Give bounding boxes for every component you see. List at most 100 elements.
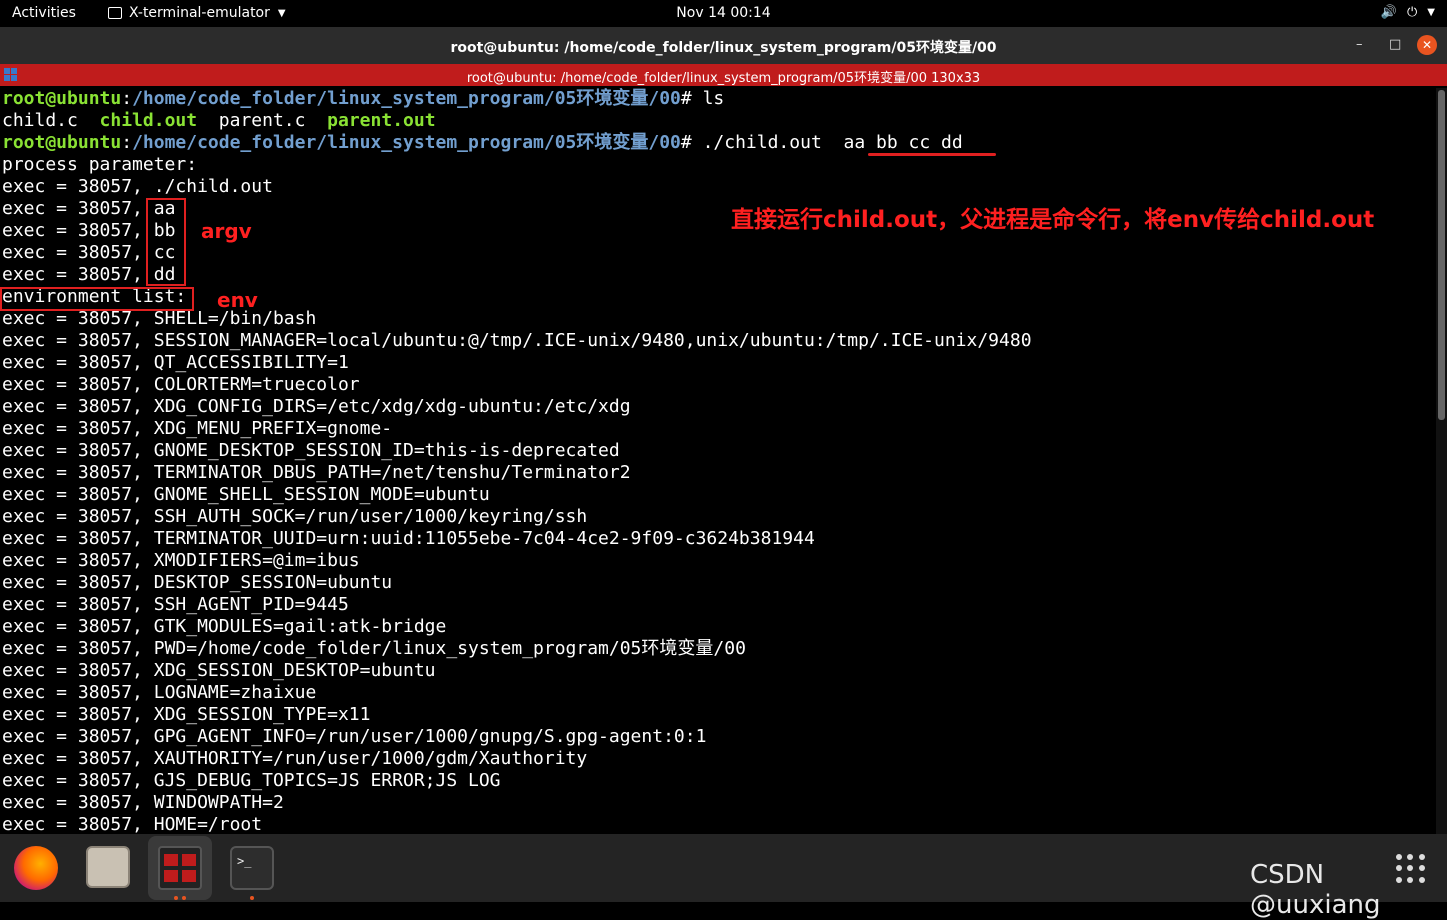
exec-prefix: exec = 38057, <box>2 462 143 483</box>
terminal-output[interactable]: root@ubuntu:/home/code_folder/linux_syst… <box>0 88 1436 834</box>
exec-prefix: exec = 38057, <box>2 704 143 725</box>
env-value: XDG_SESSION_DESKTOP=ubuntu <box>153 660 436 681</box>
env-value: XMODIFIERS=@im=ibus <box>153 550 360 571</box>
argv-line: exec = 38057, ./child.out <box>2 176 273 198</box>
exec-prefix: exec = 38057, <box>2 572 143 593</box>
env-value: GTK_MODULES=gail:atk-bridge <box>153 616 447 637</box>
exec-prefix: exec = 38057, <box>2 506 143 527</box>
env-line: exec = 38057, XDG_MENU_PREFIX=gnome- <box>2 418 392 440</box>
terminator-icon[interactable] <box>158 846 202 890</box>
env-value: XDG_CONFIG_DIRS=/etc/xdg/xdg-ubuntu:/etc… <box>153 396 631 417</box>
power-icon: ⏻ <box>1407 5 1418 20</box>
prompt-user: root@ubuntu <box>2 88 122 109</box>
minimize-button[interactable]: – <box>1356 37 1363 52</box>
exec-prefix: exec = 38057, <box>2 528 143 549</box>
env-value: SSH_AUTH_SOCK=/run/user/1000/keyring/ssh <box>153 506 588 527</box>
env-value: LOGNAME=zhaixue <box>153 682 317 703</box>
exec-prefix: exec = 38057, <box>2 660 143 681</box>
env-value: PWD=/home/code_folder/linux_system_progr… <box>153 638 746 659</box>
watermark: CSDN @uuxiang <box>1250 860 1381 920</box>
window-titlebar[interactable]: root@ubuntu: /home/code_folder/linux_sys… <box>0 27 1447 64</box>
scrollbar-thumb[interactable] <box>1438 90 1445 420</box>
env-value: SESSION_MANAGER=local/ubuntu:@/tmp/.ICE-… <box>153 330 1032 351</box>
volume-icon: 🔊 <box>1380 5 1397 20</box>
exec-prefix: exec = 38057, <box>2 308 143 329</box>
exec-prefix: exec = 38057, <box>2 748 143 769</box>
terminal-titlebar[interactable]: root@ubuntu: /home/code_folder/linux_sys… <box>0 64 1447 86</box>
argv-highlight-box <box>146 198 186 286</box>
args-underline <box>868 153 996 156</box>
env-line: exec = 38057, XDG_CONFIG_DIRS=/etc/xdg/x… <box>2 396 631 418</box>
env-line: exec = 38057, GJS_DEBUG_TOPICS=JS ERROR;… <box>2 770 501 792</box>
env-line: exec = 38057, COLORTERM=truecolor <box>2 374 360 396</box>
command-text: ./child.out <box>702 132 822 153</box>
exec-prefix: exec = 38057, <box>2 616 143 637</box>
running-indicator <box>174 896 178 900</box>
env-value: QT_ACCESSIBILITY=1 <box>153 352 349 373</box>
env-value: GNOME_SHELL_SESSION_MODE=ubuntu <box>153 484 490 505</box>
close-button[interactable]: ✕ <box>1417 35 1437 55</box>
ls-output: child.c child.out parent.c parent.out <box>2 110 436 132</box>
firefox-icon[interactable] <box>14 846 58 890</box>
file-name: child.out <box>99 110 198 131</box>
env-line: exec = 38057, SESSION_MANAGER=local/ubun… <box>2 330 1032 352</box>
env-line: exec = 38057, TERMINATOR_UUID=urn:uuid:1… <box>2 528 815 550</box>
exec-prefix: exec = 38057, <box>2 638 143 659</box>
terminal-icon[interactable]: >_ <box>230 846 274 890</box>
exec-prefix: exec = 38057, <box>2 550 143 571</box>
env-value: GNOME_DESKTOP_SESSION_ID=this-is-depreca… <box>153 440 620 461</box>
exec-prefix: exec = 38057, <box>2 770 143 791</box>
env-value: HOME=/root <box>153 814 263 834</box>
command-text: ls <box>702 88 725 109</box>
env-value: GJS_DEBUG_TOPICS=JS ERROR;JS LOG <box>153 770 501 791</box>
command-args: aa bb cc dd <box>843 132 963 153</box>
prompt-line: root@ubuntu:/home/code_folder/linux_syst… <box>2 88 725 109</box>
env-line: exec = 38057, HOME=/root <box>2 814 262 834</box>
terminal-title: root@ubuntu: /home/code_folder/linux_sys… <box>466 71 981 86</box>
dock: >_ <box>0 834 1447 902</box>
files-icon[interactable] <box>86 846 130 888</box>
env-value: XDG_SESSION_TYPE=x11 <box>153 704 371 725</box>
env-value: TERMINATOR_UUID=urn:uuid:11055ebe-7c04-4… <box>153 528 815 549</box>
env-line: exec = 38057, XDG_SESSION_TYPE=x11 <box>2 704 370 726</box>
env-highlight-box <box>0 287 194 311</box>
system-menu[interactable]: 🔊 ⏻ ▼ <box>1381 5 1435 20</box>
exec-prefix: exec = 38057, <box>2 220 143 241</box>
env-value: COLORTERM=truecolor <box>153 374 360 395</box>
chevron-down-icon: ▼ <box>1427 7 1435 18</box>
env-value: TERMINATOR_DBUS_PATH=/net/tenshu/Termina… <box>153 462 631 483</box>
prompt-path: /home/code_folder/linux_system_program/0… <box>132 132 681 153</box>
env-line: exec = 38057, GNOME_SHELL_SESSION_MODE=u… <box>2 484 490 506</box>
clock[interactable]: Nov 14 00:14 <box>0 5 1447 21</box>
exec-prefix: exec = 38057, <box>2 440 143 461</box>
env-line: exec = 38057, SHELL=/bin/bash <box>2 308 316 330</box>
env-line: exec = 38057, SSH_AGENT_PID=9445 <box>2 594 349 616</box>
prompt-path: /home/code_folder/linux_system_program/0… <box>132 88 681 109</box>
argv-value: ./child.out <box>153 176 273 197</box>
exec-prefix: exec = 38057, <box>2 418 143 439</box>
env-value: SSH_AGENT_PID=9445 <box>153 594 349 615</box>
env-value: WINDOWPATH=2 <box>153 792 284 813</box>
argv-annotation: argv <box>201 219 252 243</box>
terminal-scrollbar[interactable] <box>1436 88 1447 834</box>
exec-prefix: exec = 38057, <box>2 594 143 615</box>
exec-prefix: exec = 38057, <box>2 814 143 834</box>
exec-prefix: exec = 38057, <box>2 242 143 263</box>
note-annotation: 直接运行child.out，父进程是命令行，将env传给child.out <box>731 207 1375 233</box>
exec-prefix: exec = 38057, <box>2 396 143 417</box>
exec-prefix: exec = 38057, <box>2 726 143 747</box>
maximize-button[interactable]: □ <box>1389 37 1401 52</box>
env-line: exec = 38057, XDG_SESSION_DESKTOP=ubuntu <box>2 660 436 682</box>
top-bar: Activities X-terminal-emulator ▼ Nov 14 … <box>0 0 1447 27</box>
env-line: exec = 38057, GPG_AGENT_INFO=/run/user/1… <box>2 726 706 748</box>
exec-prefix: exec = 38057, <box>2 374 143 395</box>
env-value: XDG_MENU_PREFIX=gnome- <box>153 418 393 439</box>
prompt-line: root@ubuntu:/home/code_folder/linux_syst… <box>2 132 963 153</box>
exec-prefix: exec = 38057, <box>2 792 143 813</box>
exec-prefix: exec = 38057, <box>2 484 143 505</box>
env-line: exec = 38057, PWD=/home/code_folder/linu… <box>2 638 746 660</box>
window-title: root@ubuntu: /home/code_folder/linux_sys… <box>450 40 997 56</box>
env-line: exec = 38057, GTK_MODULES=gail:atk-bridg… <box>2 616 446 638</box>
env-value: XAUTHORITY=/run/user/1000/gdm/Xauthority <box>153 748 588 769</box>
env-line: exec = 38057, QT_ACCESSIBILITY=1 <box>2 352 349 374</box>
